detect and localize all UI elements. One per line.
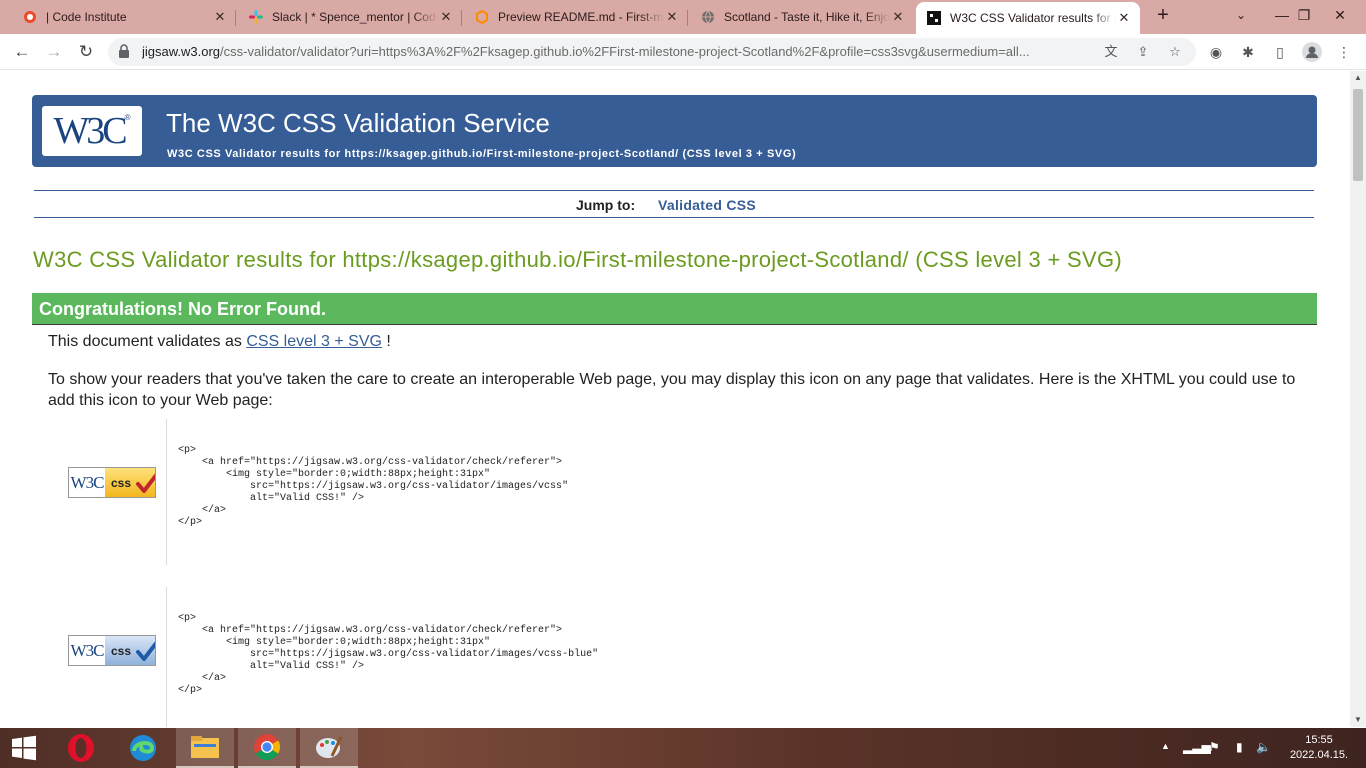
valid-css-badge-blue[interactable]: W3C css (68, 635, 156, 666)
action-flag-icon[interactable]: ⚑ (1209, 740, 1220, 754)
validates-statement: This document validates as CSS level 3 +… (48, 333, 391, 350)
tab-scotland[interactable]: Scotland - Taste it, Hike it, Enjo ✕ (690, 2, 914, 32)
w3c-logo[interactable]: W3C ® (42, 106, 142, 156)
volume-icon[interactable]: 🔈 (1256, 740, 1271, 754)
globe-icon (700, 9, 716, 25)
tab-w3c-validator[interactable]: W3C CSS Validator results for h ✕ (916, 2, 1140, 34)
close-icon[interactable]: ✕ (890, 9, 906, 25)
chevron-down-icon[interactable]: ⌄ (1232, 8, 1250, 26)
battery-icon[interactable]: ▮ (1236, 740, 1243, 754)
badge-code-snippet[interactable]: <p> <a href="https://jigsaw.w3.org/css-v… (178, 445, 568, 529)
extensions-puzzle-icon[interactable]: ✱ (1238, 42, 1258, 62)
badge-row-blue: W3C css <p> <a href="https://jigsaw.w3.o… (60, 587, 1260, 727)
profile-avatar-icon[interactable] (1302, 42, 1322, 62)
close-icon[interactable]: ✕ (438, 9, 454, 25)
opera-icon[interactable] (52, 728, 110, 768)
system-clock[interactable]: 15:55 2022.04.15. (1288, 733, 1350, 763)
address-bar[interactable]: jigsaw.w3.org/css-validator/validator?ur… (108, 38, 1196, 66)
congrats-text: Congratulations! No Error Found. (39, 299, 326, 319)
page-viewport: W3C ® The W3C CSS Validation Service W3C … (0, 71, 1350, 727)
chevron-up-icon[interactable]: ▲ (1161, 741, 1170, 751)
success-banner: Congratulations! No Error Found. (32, 293, 1317, 325)
close-icon[interactable]: ✕ (212, 9, 228, 25)
page-scrollbar[interactable]: ▲ ▼ (1350, 71, 1366, 727)
paint-icon[interactable] (300, 728, 358, 768)
code-institute-icon (22, 9, 38, 25)
close-window-button[interactable]: ✕ (1320, 0, 1360, 32)
jump-label: Jump to: (576, 197, 636, 213)
w3c-icon (926, 10, 942, 26)
extension-capture-icon[interactable]: ◉ (1206, 42, 1226, 62)
scroll-down-arrow-icon[interactable]: ▼ (1350, 713, 1366, 727)
chrome-icon[interactable] (238, 728, 296, 768)
reload-button[interactable]: ↻ (74, 40, 98, 64)
file-explorer-icon[interactable] (176, 728, 234, 768)
url-text[interactable]: jigsaw.w3.org/css-validator/validator?ur… (142, 44, 1102, 59)
results-heading: W3C CSS Validator results for https://ks… (33, 247, 1123, 272)
translate-icon[interactable]: 文 (1102, 43, 1120, 61)
banner-title[interactable]: The W3C CSS Validation Service (166, 108, 550, 139)
network-icon[interactable]: ▂▃▅ (1183, 740, 1211, 754)
tab-code-institute[interactable]: | Code Institute ✕ (12, 2, 236, 32)
banner-subtitle: W3C CSS Validator results for https://ks… (167, 148, 797, 160)
blue-checkmark-icon (136, 641, 155, 661)
divider (166, 587, 167, 727)
close-icon[interactable]: ✕ (1116, 10, 1132, 26)
menu-dots-icon[interactable]: ⋮ (1334, 42, 1354, 62)
new-tab-button[interactable]: + (1152, 5, 1174, 27)
side-panel-icon[interactable]: ▯ (1270, 42, 1290, 62)
share-icon[interactable]: ⇪ (1134, 43, 1152, 61)
forward-button[interactable]: → (42, 40, 66, 64)
slack-icon (248, 9, 264, 25)
maximize-button[interactable]: ❐ (1284, 0, 1324, 32)
validated-css-link[interactable]: Validated CSS (658, 197, 756, 213)
icon-info-text: To show your readers that you've taken t… (48, 371, 1296, 409)
tab-slack[interactable]: Slack | * Spence_mentor | Code ✕ (238, 2, 462, 32)
badge-code-snippet[interactable]: <p> <a href="https://jigsaw.w3.org/css-v… (178, 613, 598, 697)
scrollbar-thumb[interactable] (1353, 89, 1363, 181)
browser-toolbar: ← → ↻ jigsaw.w3.org/css-validator/valida… (0, 34, 1366, 70)
windows-taskbar: ▲ ▂▃▅ ⚑ ▮ 🔈 15:55 2022.04.15. (0, 728, 1366, 768)
badge-row-gold: W3C css <p> <a href="https://jigsaw.w3.o… (60, 419, 1260, 565)
tab-readme-preview[interactable]: Preview README.md - First-m ✕ (464, 2, 688, 32)
red-checkmark-icon (136, 473, 155, 493)
tab-strip: | Code Institute ✕ Slack | * Spence_ment… (0, 0, 1366, 34)
bookmark-star-icon[interactable]: ☆ (1166, 43, 1184, 61)
css-level-link[interactable]: CSS level 3 + SVG (246, 333, 382, 350)
jump-to-nav: Jump to: Validated CSS (34, 190, 1314, 218)
edge-icon[interactable] (114, 728, 172, 768)
windows-start-icon[interactable] (0, 728, 48, 768)
valid-css-badge-gold[interactable]: W3C css (68, 467, 156, 498)
header-banner: W3C ® The W3C CSS Validation Service W3C … (32, 95, 1317, 167)
scroll-up-arrow-icon[interactable]: ▲ (1350, 71, 1366, 85)
close-icon[interactable]: ✕ (664, 9, 680, 25)
divider (166, 419, 167, 565)
back-button[interactable]: ← (10, 40, 34, 64)
lock-icon[interactable] (118, 44, 132, 58)
gitpod-icon (474, 9, 490, 25)
